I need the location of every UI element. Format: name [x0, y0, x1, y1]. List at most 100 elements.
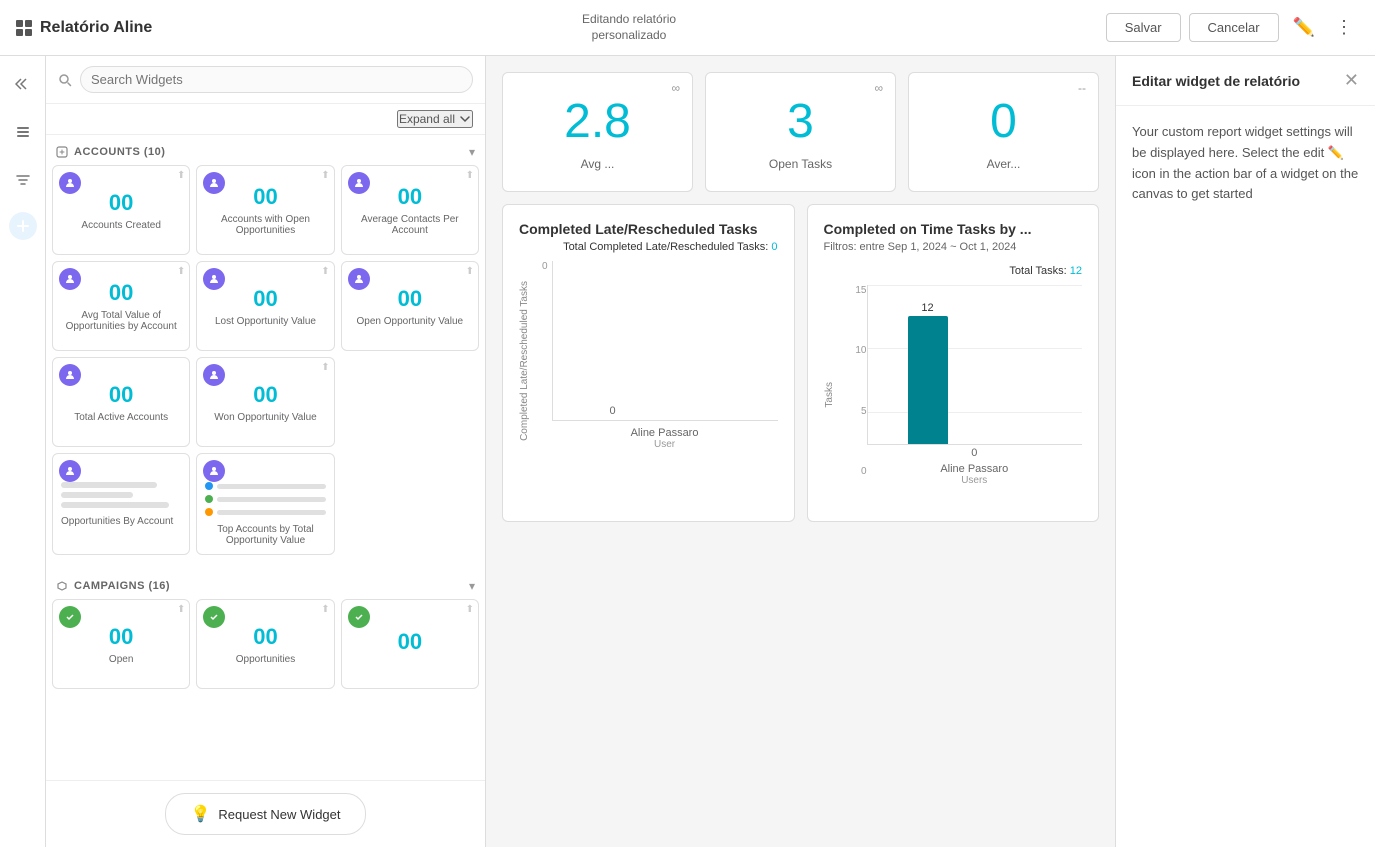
widget-avg-total-value-icon	[59, 268, 81, 290]
campaign-drag-icon3[interactable]: ⬆	[466, 604, 474, 615]
chart-ontime-legend: Total Tasks: 12	[824, 265, 1083, 277]
chart-ontime-filter: Filtros: entre Sep 1, 2024 ~ Oct 1, 2024	[824, 241, 1083, 253]
right-panel-close-button[interactable]: ✕	[1344, 70, 1359, 91]
widget-campaign-opp[interactable]: ⬆ 00 Opportunities	[196, 599, 334, 689]
widget-campaign-open-icon	[59, 606, 81, 628]
widget-avg-total-value[interactable]: ⬆ 00 Avg Total Value of Opportunities by…	[52, 261, 190, 351]
metric-card-avg: ∞ 2.8 Avg ...	[502, 72, 693, 192]
widget-accounts-created[interactable]: ⬆ 00 Accounts Created	[52, 165, 190, 255]
campaigns-icon	[56, 580, 68, 592]
avg-contacts-label: Average Contacts Per Account	[350, 214, 470, 236]
chart2-bar	[908, 316, 948, 444]
accounts-chart-widgets: Opportunities By Account	[52, 453, 479, 555]
chart1-x-sublabel: User	[552, 439, 778, 450]
expand-all-button[interactable]: Expand all	[397, 110, 473, 128]
drag-handle-icon6[interactable]: ⬆	[466, 266, 474, 277]
chart-ontime-title: Completed on Time Tasks by ...	[824, 221, 1083, 237]
canvas-bottom-charts: Completed Late/Rescheduled Tasks Total C…	[502, 204, 1099, 522]
metric-card-open-tasks: ∞ 3 Open Tasks	[705, 72, 896, 192]
accounts-widget-grid-row2: ⬆ 00 Avg Total Value of Opportunities by…	[52, 261, 479, 351]
edit-pen-button[interactable]: ✏️	[1287, 11, 1321, 44]
campaign-opp-value: 00	[253, 624, 277, 650]
cancel-button[interactable]: Cancelar	[1189, 13, 1279, 42]
chart2-y-axis-label: Tasks	[824, 382, 835, 408]
metric-aver-indicator: --	[1078, 81, 1086, 95]
drag-handle-icon7[interactable]: ⬆	[321, 362, 329, 373]
right-panel-title: Editar widget de relatório	[1132, 73, 1300, 89]
app-title: Relatório Aline	[40, 19, 152, 37]
widget-avg-contacts-icon	[348, 172, 370, 194]
metric-avg-label: Avg ...	[581, 157, 615, 171]
chart-completed-late: Completed Late/Rescheduled Tasks Total C…	[502, 204, 795, 522]
nav-collapse-icon[interactable]	[7, 68, 39, 100]
drag-handle-icon2[interactable]: ⬆	[321, 170, 329, 181]
accounts-created-value: 00	[109, 190, 133, 216]
nav-list-icon[interactable]	[7, 116, 39, 148]
chart2-bars: 12	[867, 285, 1083, 445]
search-icon	[58, 73, 72, 87]
avg-total-value-val: 00	[109, 280, 133, 306]
campaigns-section-header[interactable]: CAMPAIGNS (16) ▾	[52, 573, 479, 599]
total-active-value: 00	[109, 382, 133, 408]
drag-handle-icon5[interactable]: ⬆	[321, 266, 329, 277]
chart1-plot-area: 0 Aline Passaro User	[552, 261, 778, 461]
chart1-x-label: Aline Passaro	[552, 427, 778, 439]
widget-accounts-open-opp[interactable]: ⬆ 00 Accounts with Open Opportunities	[196, 165, 334, 255]
right-panel-header: Editar widget de relatório ✕	[1116, 56, 1375, 106]
save-button[interactable]: Salvar	[1106, 13, 1181, 42]
chart1-bar	[593, 419, 633, 420]
campaign-open-label: Open	[109, 654, 133, 665]
nav-filter-icon[interactable]	[7, 164, 39, 196]
opp-by-account-thumb	[61, 482, 181, 508]
widget-campaign-open[interactable]: ⬆ 00 Open	[52, 599, 190, 689]
chart2-area: Tasks 15 10 5 0	[824, 285, 1083, 505]
chart2-zero-label: 0	[867, 447, 1083, 459]
editing-line2: personalizado	[592, 28, 667, 44]
widget-open-opp-value[interactable]: ⬆ 00 Open Opportunity Value	[341, 261, 479, 351]
widget-total-active[interactable]: 00 Total Active Accounts	[52, 357, 190, 447]
nav-add-icon[interactable]	[9, 212, 37, 240]
widget-avg-contacts[interactable]: ⬆ 00 Average Contacts Per Account	[341, 165, 479, 255]
editing-line1: Editando relatório	[582, 12, 676, 28]
widget-won-opp[interactable]: ⬆ 00 Won Opportunity Value	[196, 357, 334, 447]
chart1-bars: 0	[552, 261, 778, 421]
sidebar-search-bar	[46, 56, 485, 104]
widget-lost-opp[interactable]: ⬆ 00 Lost Opportunity Value	[196, 261, 334, 351]
accounts-created-label: Accounts Created	[81, 220, 161, 231]
widget-accounts-created-icon	[59, 172, 81, 194]
chart1-y-axis-label: Completed Late/Rescheduled Tasks	[519, 261, 536, 461]
metric-open-tasks-value: 3	[787, 94, 814, 149]
total-active-label: Total Active Accounts	[74, 412, 168, 423]
widget-opp-by-account[interactable]: Opportunities By Account	[52, 453, 190, 555]
right-panel: Editar widget de relatório ✕ Your custom…	[1115, 56, 1375, 847]
campaign-drag-icon1[interactable]: ⬆	[177, 604, 185, 615]
top-accounts-thumb	[205, 482, 325, 516]
drag-handle-icon4[interactable]: ⬆	[177, 266, 185, 277]
lightbulb-icon: 💡	[190, 804, 210, 824]
app-logo: Relatório Aline	[16, 19, 152, 37]
chart2-bar-group: 12	[908, 302, 948, 444]
metric-aver-value: 0	[990, 94, 1017, 149]
sidebar-scroll-area: ACCOUNTS (10) ▾ ⬆ 00 Accounts Created	[46, 135, 485, 780]
metric-aver-label: Aver...	[987, 157, 1021, 171]
widget-top-accounts[interactable]: Top Accounts by Total Opportunity Value	[196, 453, 334, 555]
widget-campaign-3-icon	[348, 606, 370, 628]
accounts-open-opp-value: 00	[253, 184, 277, 210]
drag-handle-icon3[interactable]: ⬆	[466, 170, 474, 181]
search-input[interactable]	[80, 66, 473, 93]
sidebar: Expand all ACCOUNTS (10) ▾	[46, 56, 486, 847]
chart2-plot-area: 12 0 Aline Passaro Users	[867, 285, 1083, 505]
chart-completed-ontime: Completed on Time Tasks by ... Filtros: …	[807, 204, 1100, 522]
request-widget-button[interactable]: 💡 Request New Widget	[165, 793, 365, 835]
chart2-x-sublabel: Users	[867, 475, 1083, 486]
accounts-section-header[interactable]: ACCOUNTS (10) ▾	[52, 139, 479, 165]
campaigns-section-title: CAMPAIGNS (16)	[56, 580, 170, 592]
widget-campaign-3[interactable]: ⬆ 00	[341, 599, 479, 689]
drag-handle-icon[interactable]: ⬆	[177, 170, 185, 181]
campaign-open-value: 00	[109, 624, 133, 650]
more-options-button[interactable]: ⋮	[1329, 11, 1359, 44]
chart-completed-late-area: Completed Late/Rescheduled Tasks 0 0 Ali…	[519, 261, 778, 461]
campaign-3-value: 00	[398, 629, 422, 655]
campaign-drag-icon2[interactable]: ⬆	[321, 604, 329, 615]
accounts-chevron-icon: ▾	[469, 145, 475, 159]
